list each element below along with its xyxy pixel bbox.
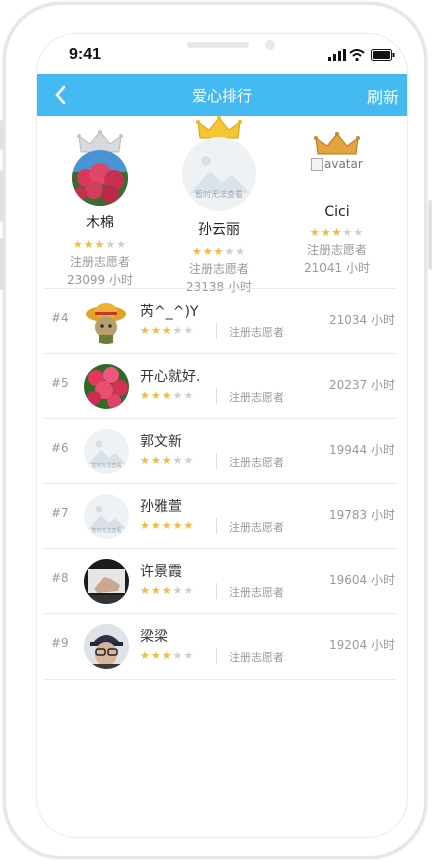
phone-side-button	[428, 200, 432, 270]
avatar	[84, 364, 129, 409]
volunteer-hours: 19204 小时	[329, 638, 395, 652]
star-rating: ★★★★★	[72, 238, 128, 251]
app-screen: 9:41 爱心排行 刷新 木棉 ★★★★★ 注册志愿者 23099 小时 暂时无…	[36, 33, 408, 838]
avatar: 暂时无法查看	[84, 494, 129, 539]
volunteer-hours: 19604 小时	[329, 573, 395, 587]
star-rating: ★★★★★	[140, 389, 195, 402]
avatar	[84, 559, 129, 604]
avatar-caption: 暂时无法查看	[91, 528, 122, 534]
broken-image-icon	[311, 158, 323, 171]
volunteer-hours: 19783 小时	[329, 508, 395, 522]
volunteer-type: 注册志愿者	[229, 521, 284, 534]
rank-number: #5	[51, 376, 69, 390]
signal-icon	[328, 49, 346, 61]
avatar	[72, 150, 128, 206]
nav-bar: 爱心排行 刷新	[37, 74, 407, 116]
avatar-caption: 暂时无法查看	[91, 463, 122, 469]
podium-second[interactable]: 木棉 ★★★★★ 注册志愿者 23099 小时	[40, 130, 160, 288]
page-title: 爱心排行	[191, 87, 252, 105]
star-rating: ★★★★★	[309, 226, 365, 239]
front-camera	[265, 40, 275, 50]
wifi-icon	[349, 49, 365, 61]
divider	[216, 518, 217, 534]
phone-frame: 9:41 爱心排行 刷新 木棉 ★★★★★ 注册志愿者 23099 小时 暂时无…	[3, 2, 427, 859]
star-rating: ★★★★★	[191, 245, 247, 258]
list-item[interactable]: #5 开心就好. ★★★★★ 注册志愿者 20237 小时	[43, 353, 397, 419]
volunteer-hours: 21034 小时	[329, 313, 395, 327]
podium-top-three: 木棉 ★★★★★ 注册志愿者 23099 小时 暂时无法查看 孙云丽 ★★★★★…	[37, 116, 407, 294]
divider	[216, 323, 217, 339]
volunteer-hours: 20237 小时	[329, 378, 395, 392]
rank-number: #7	[51, 506, 69, 520]
speaker-grille	[187, 42, 249, 48]
volunteer-name: 开心就好.	[140, 369, 201, 385]
battery-icon	[371, 49, 395, 61]
list-item[interactable]: #6 暂时无法查看 郭文新 ★★★★★ 注册志愿者 19944 小时	[43, 418, 397, 484]
avatar	[84, 624, 129, 669]
podium-name: Cici	[324, 204, 350, 220]
volunteer-hours: 23099 小时	[67, 273, 133, 287]
volunteer-hours: 21041 小时	[304, 261, 370, 275]
volunteer-name: 芮^_^)Y	[140, 304, 199, 320]
star-rating: ★★★★★	[140, 584, 195, 597]
avatar-alt-text: avatar	[324, 157, 363, 171]
volunteer-type: 注册志愿者	[229, 391, 284, 404]
star-rating: ★★★★★	[140, 324, 195, 337]
volunteer-type: 注册志愿者	[229, 326, 284, 339]
volunteer-type: 注册志愿者	[229, 586, 284, 599]
status-time: 9:41	[69, 46, 102, 63]
volunteer-type: 注册志愿者	[188, 262, 249, 276]
volunteer-hours: 19944 小时	[329, 443, 395, 457]
volunteer-name: 梁梁	[140, 629, 168, 645]
volunteer-name: 许景霞	[140, 564, 182, 580]
volunteer-name: 郭文新	[140, 434, 182, 450]
volunteer-name: 孙雅萱	[140, 499, 182, 515]
avatar-caption: 暂时无法查看	[195, 190, 243, 199]
refresh-button[interactable]: 刷新	[367, 84, 399, 108]
divider	[216, 583, 217, 599]
list-item[interactable]: #8 许景霞 ★★★★★ 注册志愿者 19604 小时	[43, 548, 397, 614]
volunteer-type: 注册志愿者	[306, 243, 367, 257]
rank-number: #8	[51, 571, 69, 585]
podium-first[interactable]: 暂时无法查看 孙云丽 ★★★★★ 注册志愿者 23138 小时	[159, 116, 279, 295]
rank-number: #4	[51, 311, 69, 325]
divider	[216, 388, 217, 404]
volunteer-type: 注册志愿者	[69, 255, 130, 269]
divider	[216, 453, 217, 469]
list-item[interactable]: #9 梁梁 ★★★★★ 注册志愿者 19204 小时	[43, 613, 397, 680]
rank-number: #9	[51, 636, 69, 650]
podium-name: 木棉	[86, 215, 114, 231]
divider	[216, 648, 217, 664]
status-bar: 9:41	[37, 34, 407, 74]
podium-third[interactable]: avatar Cici ★★★★★ 注册志愿者 21041 小时	[277, 132, 397, 276]
star-rating: ★★★★★	[140, 454, 195, 467]
rank-number: #6	[51, 441, 69, 455]
avatar: 暂时无法查看	[182, 137, 256, 211]
volunteer-type: 注册志愿者	[229, 651, 284, 664]
avatar: avatar	[277, 152, 397, 202]
avatar	[84, 299, 129, 344]
avatar: 暂时无法查看	[84, 429, 129, 474]
volunteer-type: 注册志愿者	[229, 456, 284, 469]
podium-name: 孙云丽	[198, 222, 240, 238]
list-item[interactable]: #7 暂时无法查看 孙雅萱 ★★★★★ 注册志愿者 19783 小时	[43, 483, 397, 549]
star-rating: ★★★★★	[140, 649, 195, 662]
list-item[interactable]: #4 芮^_^)Y ★★★★★ 注册志愿者 21034 小时	[43, 288, 397, 354]
star-rating: ★★★★★	[140, 519, 195, 532]
